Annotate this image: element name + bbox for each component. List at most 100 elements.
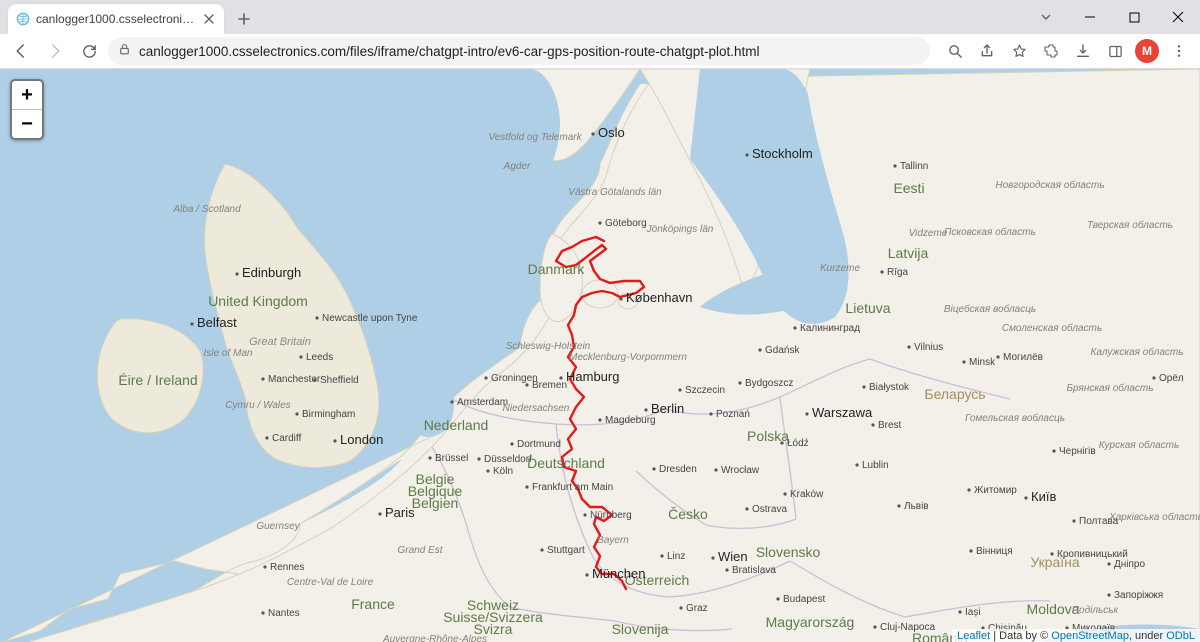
city-dot xyxy=(261,377,264,380)
chevron-down-icon[interactable] xyxy=(1024,0,1068,34)
map-label: Groningen xyxy=(491,373,538,384)
map-label: Rīga xyxy=(887,267,909,278)
city-dot xyxy=(450,400,453,403)
map-label: Київ xyxy=(1031,489,1056,504)
reload-button[interactable] xyxy=(74,36,104,66)
city-dot xyxy=(738,381,741,384)
map-label: Брянская область xyxy=(1067,382,1154,394)
map-label: Tallinn xyxy=(900,161,928,172)
city-dot xyxy=(263,565,266,568)
map-label: Česko xyxy=(668,506,708,522)
city-dot xyxy=(793,326,796,329)
map-label: Auvergne-Rhône-Alpes xyxy=(382,634,487,642)
map-label: Житомир xyxy=(974,485,1017,496)
download-icon[interactable] xyxy=(1068,36,1098,66)
zoom-indicator-icon[interactable] xyxy=(940,36,970,66)
city-dot xyxy=(897,504,900,507)
city-dot xyxy=(299,355,302,358)
city-dot xyxy=(893,164,896,167)
map-label: Guernsey xyxy=(256,521,300,532)
map-label: Kurzeme xyxy=(820,263,860,274)
map-label: Wien xyxy=(718,549,748,564)
map-label: Berlin xyxy=(651,401,684,416)
city-dot xyxy=(190,322,193,325)
city-dot xyxy=(428,456,431,459)
map-label: Schleswig-Holstein xyxy=(506,341,591,352)
city-dot xyxy=(996,355,999,358)
map-label: Dortmund xyxy=(517,439,561,450)
map-label: Belfast xyxy=(197,315,237,330)
map-label: Vilnius xyxy=(914,342,943,353)
city-dot xyxy=(583,513,586,516)
map-label: Linz xyxy=(667,551,685,562)
map-label: Iași xyxy=(965,607,981,618)
close-tab-icon[interactable] xyxy=(202,12,216,26)
city-dot xyxy=(679,606,682,609)
sidepanel-icon[interactable] xyxy=(1100,36,1130,66)
map-label: Vestfold og Telemark xyxy=(488,132,582,143)
share-icon[interactable] xyxy=(972,36,1002,66)
minimize-icon[interactable] xyxy=(1068,0,1112,34)
map-label: Edinburgh xyxy=(242,265,301,280)
map-label: Slovensko xyxy=(756,544,821,560)
map-label: Cymru / Wales xyxy=(225,400,290,411)
city-dot xyxy=(714,468,717,471)
map-label: Курская область xyxy=(1099,439,1180,451)
forward-button[interactable] xyxy=(40,36,70,66)
odbl-link[interactable]: ODbL xyxy=(1166,630,1195,642)
map-label: Смоленская область xyxy=(1002,322,1102,334)
address-bar: canlogger1000.csselectronics.com/files/i… xyxy=(0,34,1200,69)
map-label: Eesti xyxy=(893,180,924,196)
osm-link[interactable]: OpenStreetMap xyxy=(1051,630,1129,642)
menu-icon[interactable] xyxy=(1164,36,1194,66)
city-dot xyxy=(585,573,588,576)
city-dot xyxy=(783,492,786,495)
omnibox[interactable]: canlogger1000.csselectronics.com/files/i… xyxy=(108,37,930,65)
back-button[interactable] xyxy=(6,36,36,66)
browser-tab[interactable]: canlogger1000.csselectronics.com xyxy=(8,4,224,34)
extensions-icon[interactable] xyxy=(1036,36,1066,66)
map-label: Калининград xyxy=(800,323,860,334)
map-label: Polska xyxy=(747,428,789,444)
map-label: Great Britain xyxy=(249,336,311,348)
city-dot xyxy=(1050,552,1053,555)
city-dot xyxy=(1024,496,1027,499)
map-label: Віцебская вобласць xyxy=(944,303,1036,315)
star-icon[interactable] xyxy=(1004,36,1034,66)
map-label: Bremen xyxy=(532,380,567,391)
map-label: Niedersachsen xyxy=(503,403,570,414)
map-label: Беларусь xyxy=(924,386,985,402)
map-label: Запоріжжя xyxy=(1114,590,1163,601)
avatar-initial: M xyxy=(1135,39,1159,63)
map-label: Warszawa xyxy=(812,405,873,420)
new-tab-button[interactable] xyxy=(230,5,258,33)
map-label: Västra Götalands län xyxy=(568,187,662,198)
map-label: Poznań xyxy=(716,409,750,420)
map-label: Nantes xyxy=(268,608,300,619)
city-dot xyxy=(333,439,336,442)
city-dot xyxy=(265,436,268,439)
map-label: Centre-Val de Loire xyxy=(287,577,374,588)
map-label: Birmingham xyxy=(302,409,355,420)
map-label: Nürnberg xyxy=(590,510,632,521)
leaflet-link[interactable]: Leaflet xyxy=(957,630,990,642)
map-label: Гомельская вобласць xyxy=(965,412,1065,424)
map-viewport[interactable]: United KingdomGreat BritainÉire / Irelan… xyxy=(0,69,1200,642)
close-window-icon[interactable] xyxy=(1156,0,1200,34)
profile-avatar[interactable]: M xyxy=(1132,36,1162,66)
zoom-in-button[interactable]: + xyxy=(12,81,42,109)
lock-icon xyxy=(118,43,131,59)
maximize-icon[interactable] xyxy=(1112,0,1156,34)
zoom-control: + − xyxy=(10,79,44,140)
city-dot xyxy=(591,132,594,135)
city-dot xyxy=(378,512,381,515)
map-label: Magdeburg xyxy=(605,415,656,426)
zoom-out-button[interactable]: − xyxy=(12,109,42,138)
city-dot xyxy=(660,554,663,557)
city-dot xyxy=(855,463,858,466)
city-dot xyxy=(962,360,965,363)
window-controls xyxy=(1024,0,1200,34)
city-dot xyxy=(484,376,487,379)
map-label: Leeds xyxy=(306,352,333,363)
map-label: Białystok xyxy=(869,382,910,393)
